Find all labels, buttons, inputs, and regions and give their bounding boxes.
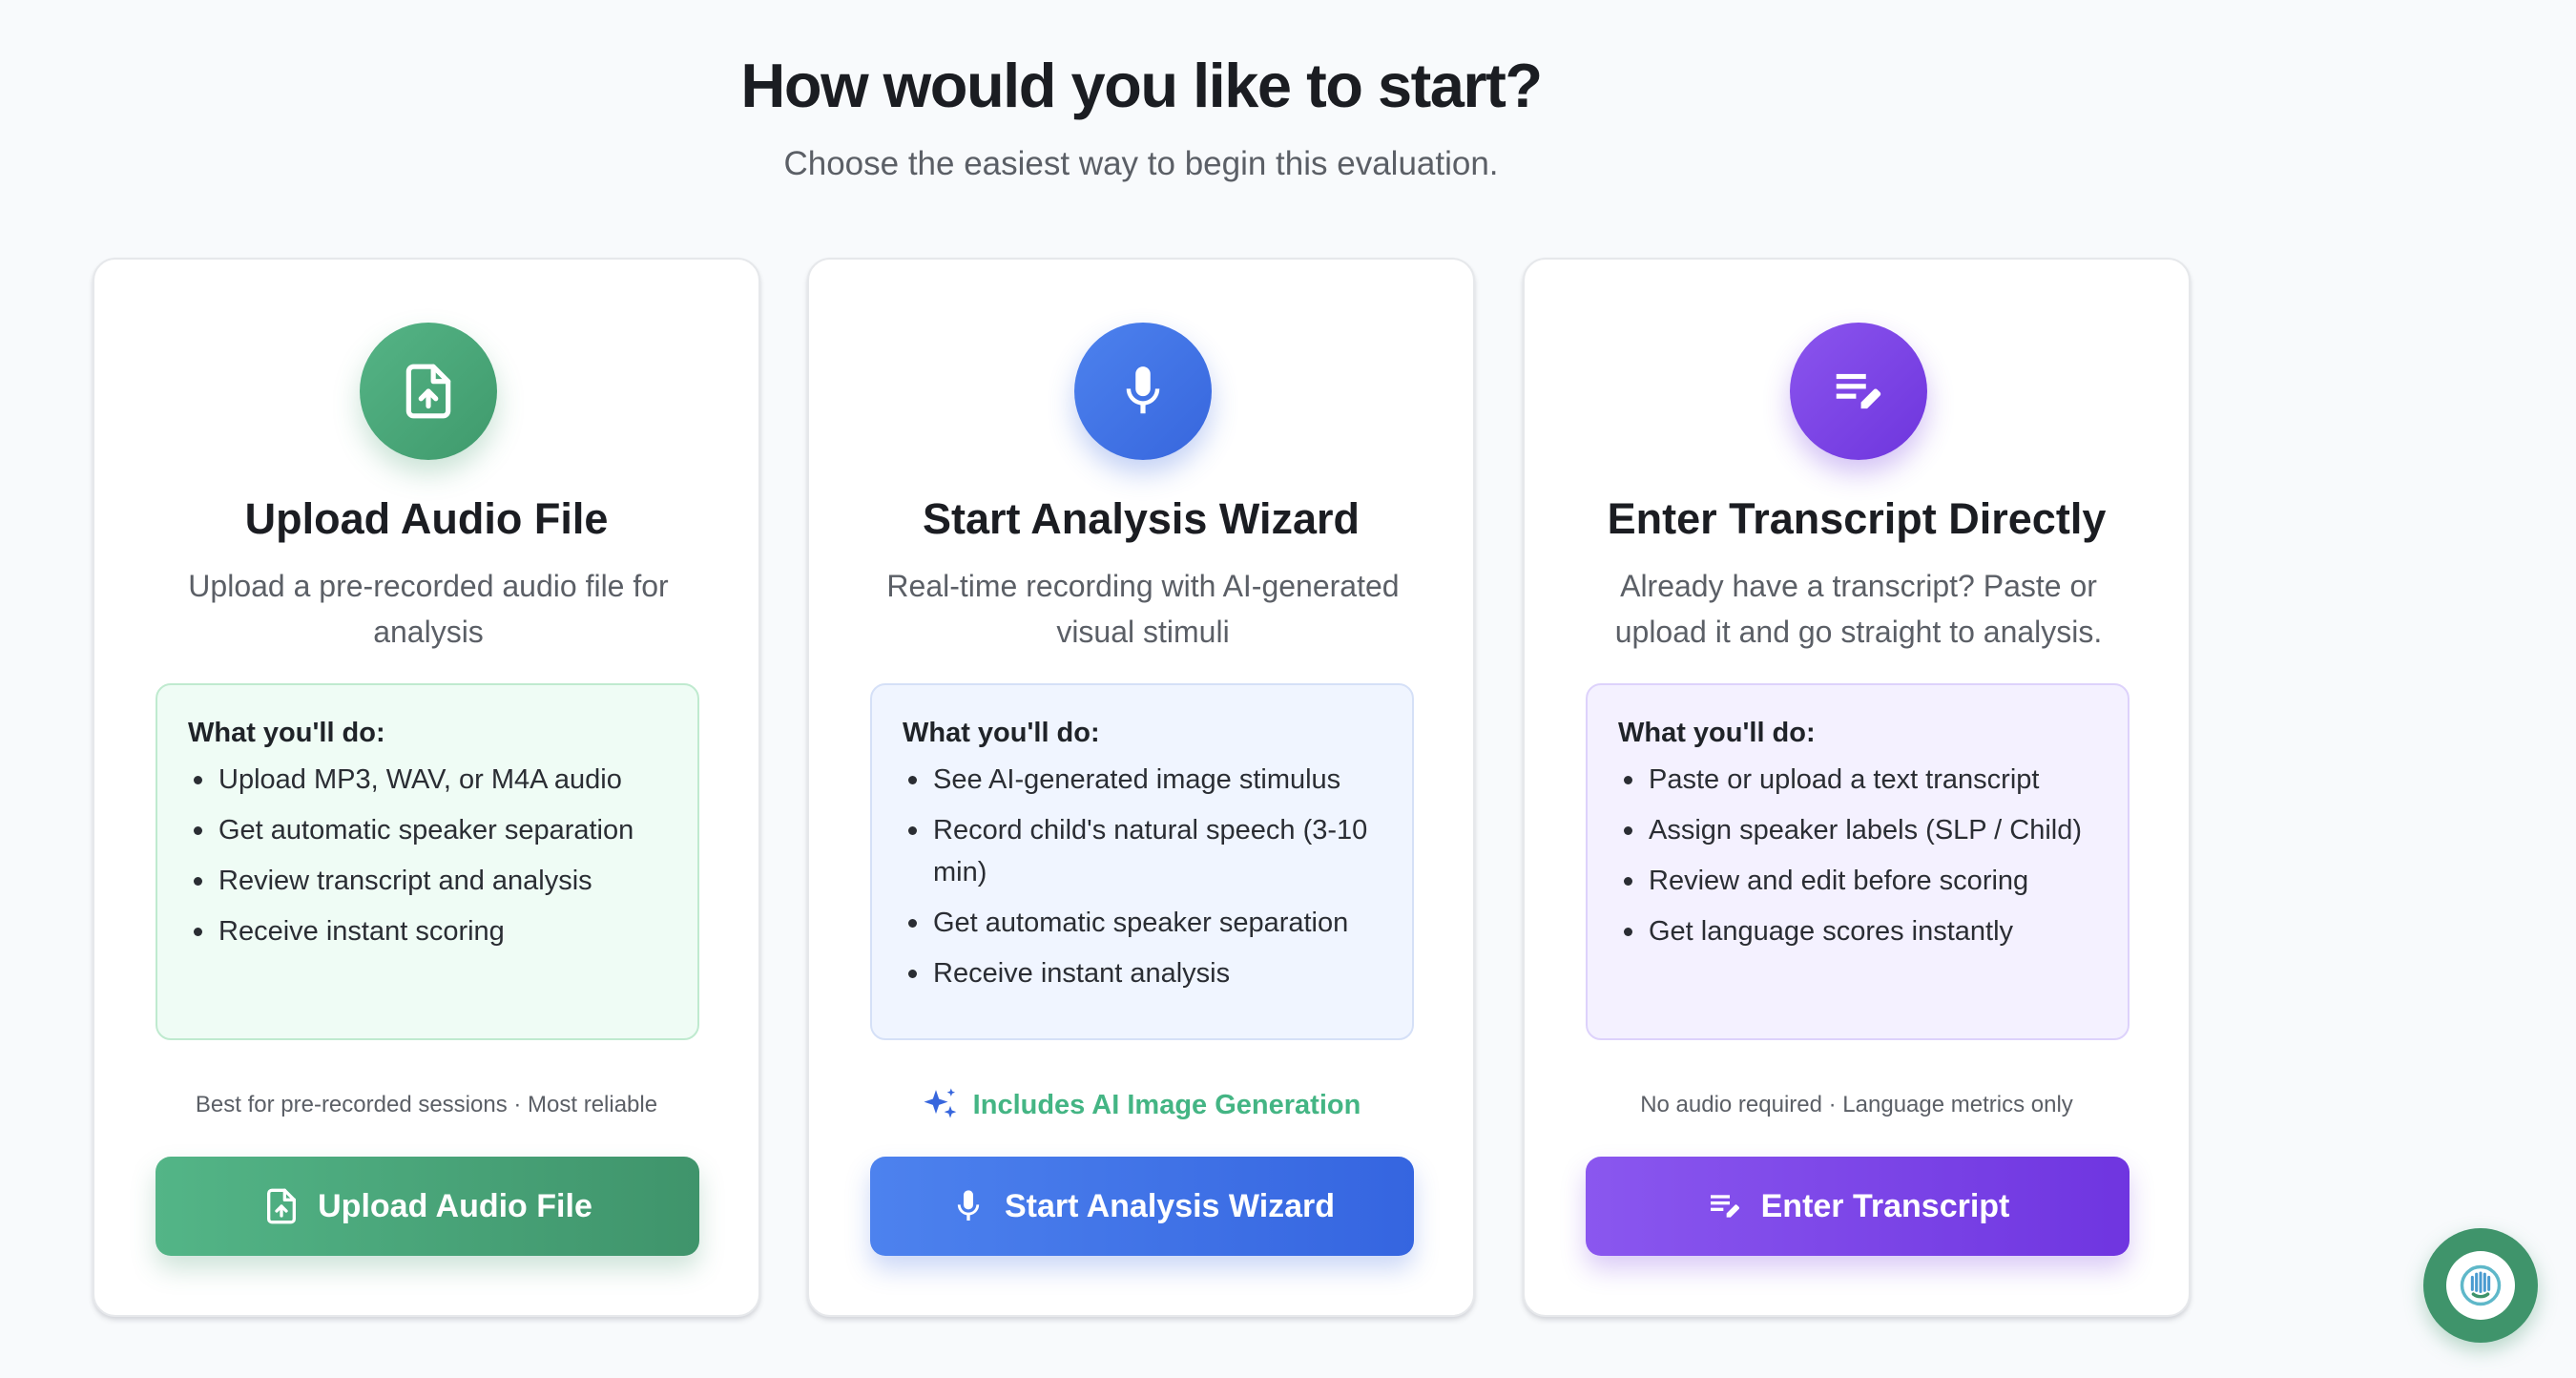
list-item: Record child's natural speech (3-10 min) [903,809,1381,893]
file-upload-icon [267,1188,297,1224]
list-item: Receive instant scoring [188,910,667,952]
button-label: Start Analysis Wizard [1004,1187,1336,1224]
list-item: Review and edit before scoring [1618,860,2097,902]
edit-note-icon [1710,1195,1739,1218]
list-item: See AI-generated image stimulus [903,759,1381,801]
page-subtitle: Choose the easiest way to begin this eva… [783,145,1499,182]
ai-image-generation-note: Includes AI Image Generation [809,1086,1473,1124]
sparkles-icon [924,1088,957,1118]
steps-list: See AI-generated image stimulus Record c… [903,759,1381,994]
list-item: Review transcript and analysis [188,860,667,902]
enter-transcript-card: Enter Transcript Directly Already have a… [1523,258,2191,1317]
card-note: Best for pre-recorded sessions · Most re… [195,1092,658,1117]
start-page: How would you like to start? Choose the … [0,0,2576,1378]
list-item: Upload MP3, WAV, or M4A audio [188,759,667,801]
list-item: Paste or upload a text transcript [1618,759,2097,801]
page-title: How would you like to start? [740,51,1543,120]
file-upload-icon [360,323,497,460]
box-title: What you'll do: [903,718,1100,748]
microphone-icon [957,1190,980,1221]
what-youll-do-box: What you'll do: See AI-generated image s… [870,683,1414,1040]
list-item: Get language scores instantly [1618,910,2097,952]
microphone-icon [1074,323,1212,460]
upload-audio-card: Upload Audio File Upload a pre-recorded … [93,258,760,1317]
what-youll-do-box: What you'll do: Paste or upload a text t… [1586,683,2129,1040]
steps-list: Upload MP3, WAV, or M4A audio Get automa… [188,759,667,952]
card-title: Start Analysis Wizard [922,494,1361,543]
card-note: No audio required · Language metrics onl… [1640,1092,2073,1117]
analysis-wizard-card: Start Analysis Wizard Real-time recordin… [807,258,1475,1317]
card-description: Already have a transcript? Paste or uplo… [1614,569,2103,649]
assistant-button[interactable] [2423,1228,2538,1343]
card-description: Upload a pre-recorded audio file for ana… [188,569,669,649]
list-item: Assign speaker labels (SLP / Child) [1618,809,2097,851]
assistant-icon [2446,1251,2515,1320]
steps-list: Paste or upload a text transcript Assign… [1618,759,2097,952]
card-description: Real-time recording with AI-generated vi… [886,569,1400,649]
list-item: Get automatic speaker separation [188,809,667,851]
button-label: Enter Transcript [1760,1187,2010,1224]
enter-transcript-button[interactable]: Enter Transcript [1586,1157,2129,1256]
card-title: Upload Audio File [244,494,609,543]
what-youll-do-box: What you'll do: Upload MP3, WAV, or M4A … [156,683,699,1040]
list-item: Receive instant analysis [903,952,1381,994]
start-analysis-wizard-button[interactable]: Start Analysis Wizard [870,1157,1414,1256]
ai-note-label: Includes AI Image Generation [972,1089,1361,1120]
edit-note-icon [1790,323,1927,460]
button-label: Upload Audio File [318,1187,592,1224]
upload-audio-button[interactable]: Upload Audio File [156,1157,699,1256]
box-title: What you'll do: [1618,718,1816,748]
card-title: Enter Transcript Directly [1607,494,2107,543]
box-title: What you'll do: [188,718,385,748]
list-item: Get automatic speaker separation [903,902,1381,944]
